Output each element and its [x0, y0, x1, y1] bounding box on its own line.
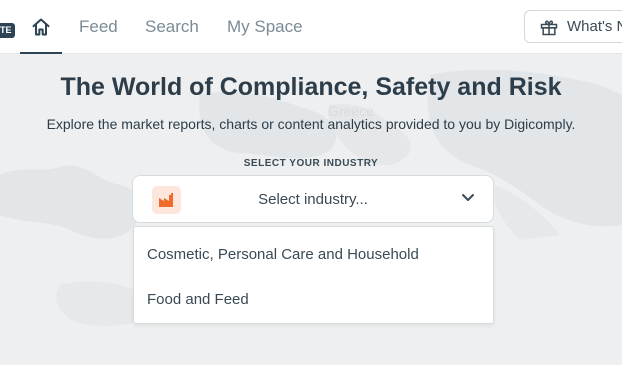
- whats-new-button[interactable]: What's N: [524, 10, 622, 43]
- industry-dropdown-menu: Cosmetic, Personal Care and Household Fo…: [133, 226, 494, 324]
- page-title: The World of Compliance, Safety and Risk: [60, 73, 562, 101]
- industry-select-value: Select industry...: [258, 191, 368, 208]
- whats-new-label: What's N: [567, 18, 622, 35]
- gift-icon: [540, 20, 558, 35]
- nav-home[interactable]: [20, 0, 62, 54]
- plan-badge: TE: [0, 23, 15, 38]
- industry-label: SELECT YOUR INDUSTRY: [243, 158, 379, 169]
- industry-option-cosmetic[interactable]: Cosmetic, Personal Care and Household: [147, 246, 419, 263]
- nav-my-space[interactable]: My Space: [227, 17, 303, 37]
- page-subtitle: Explore the market reports, charts or co…: [46, 116, 576, 132]
- nav-search[interactable]: Search: [145, 17, 199, 37]
- home-icon: [32, 18, 50, 36]
- industry-option-food[interactable]: Food and Feed: [147, 291, 249, 308]
- nav-feed[interactable]: Feed: [79, 17, 118, 37]
- chevron-down-icon[interactable]: [461, 193, 475, 203]
- industry-select[interactable]: Select industry...: [132, 175, 494, 223]
- top-navigation-bar: TE Feed Search My Space What's N: [0, 0, 622, 54]
